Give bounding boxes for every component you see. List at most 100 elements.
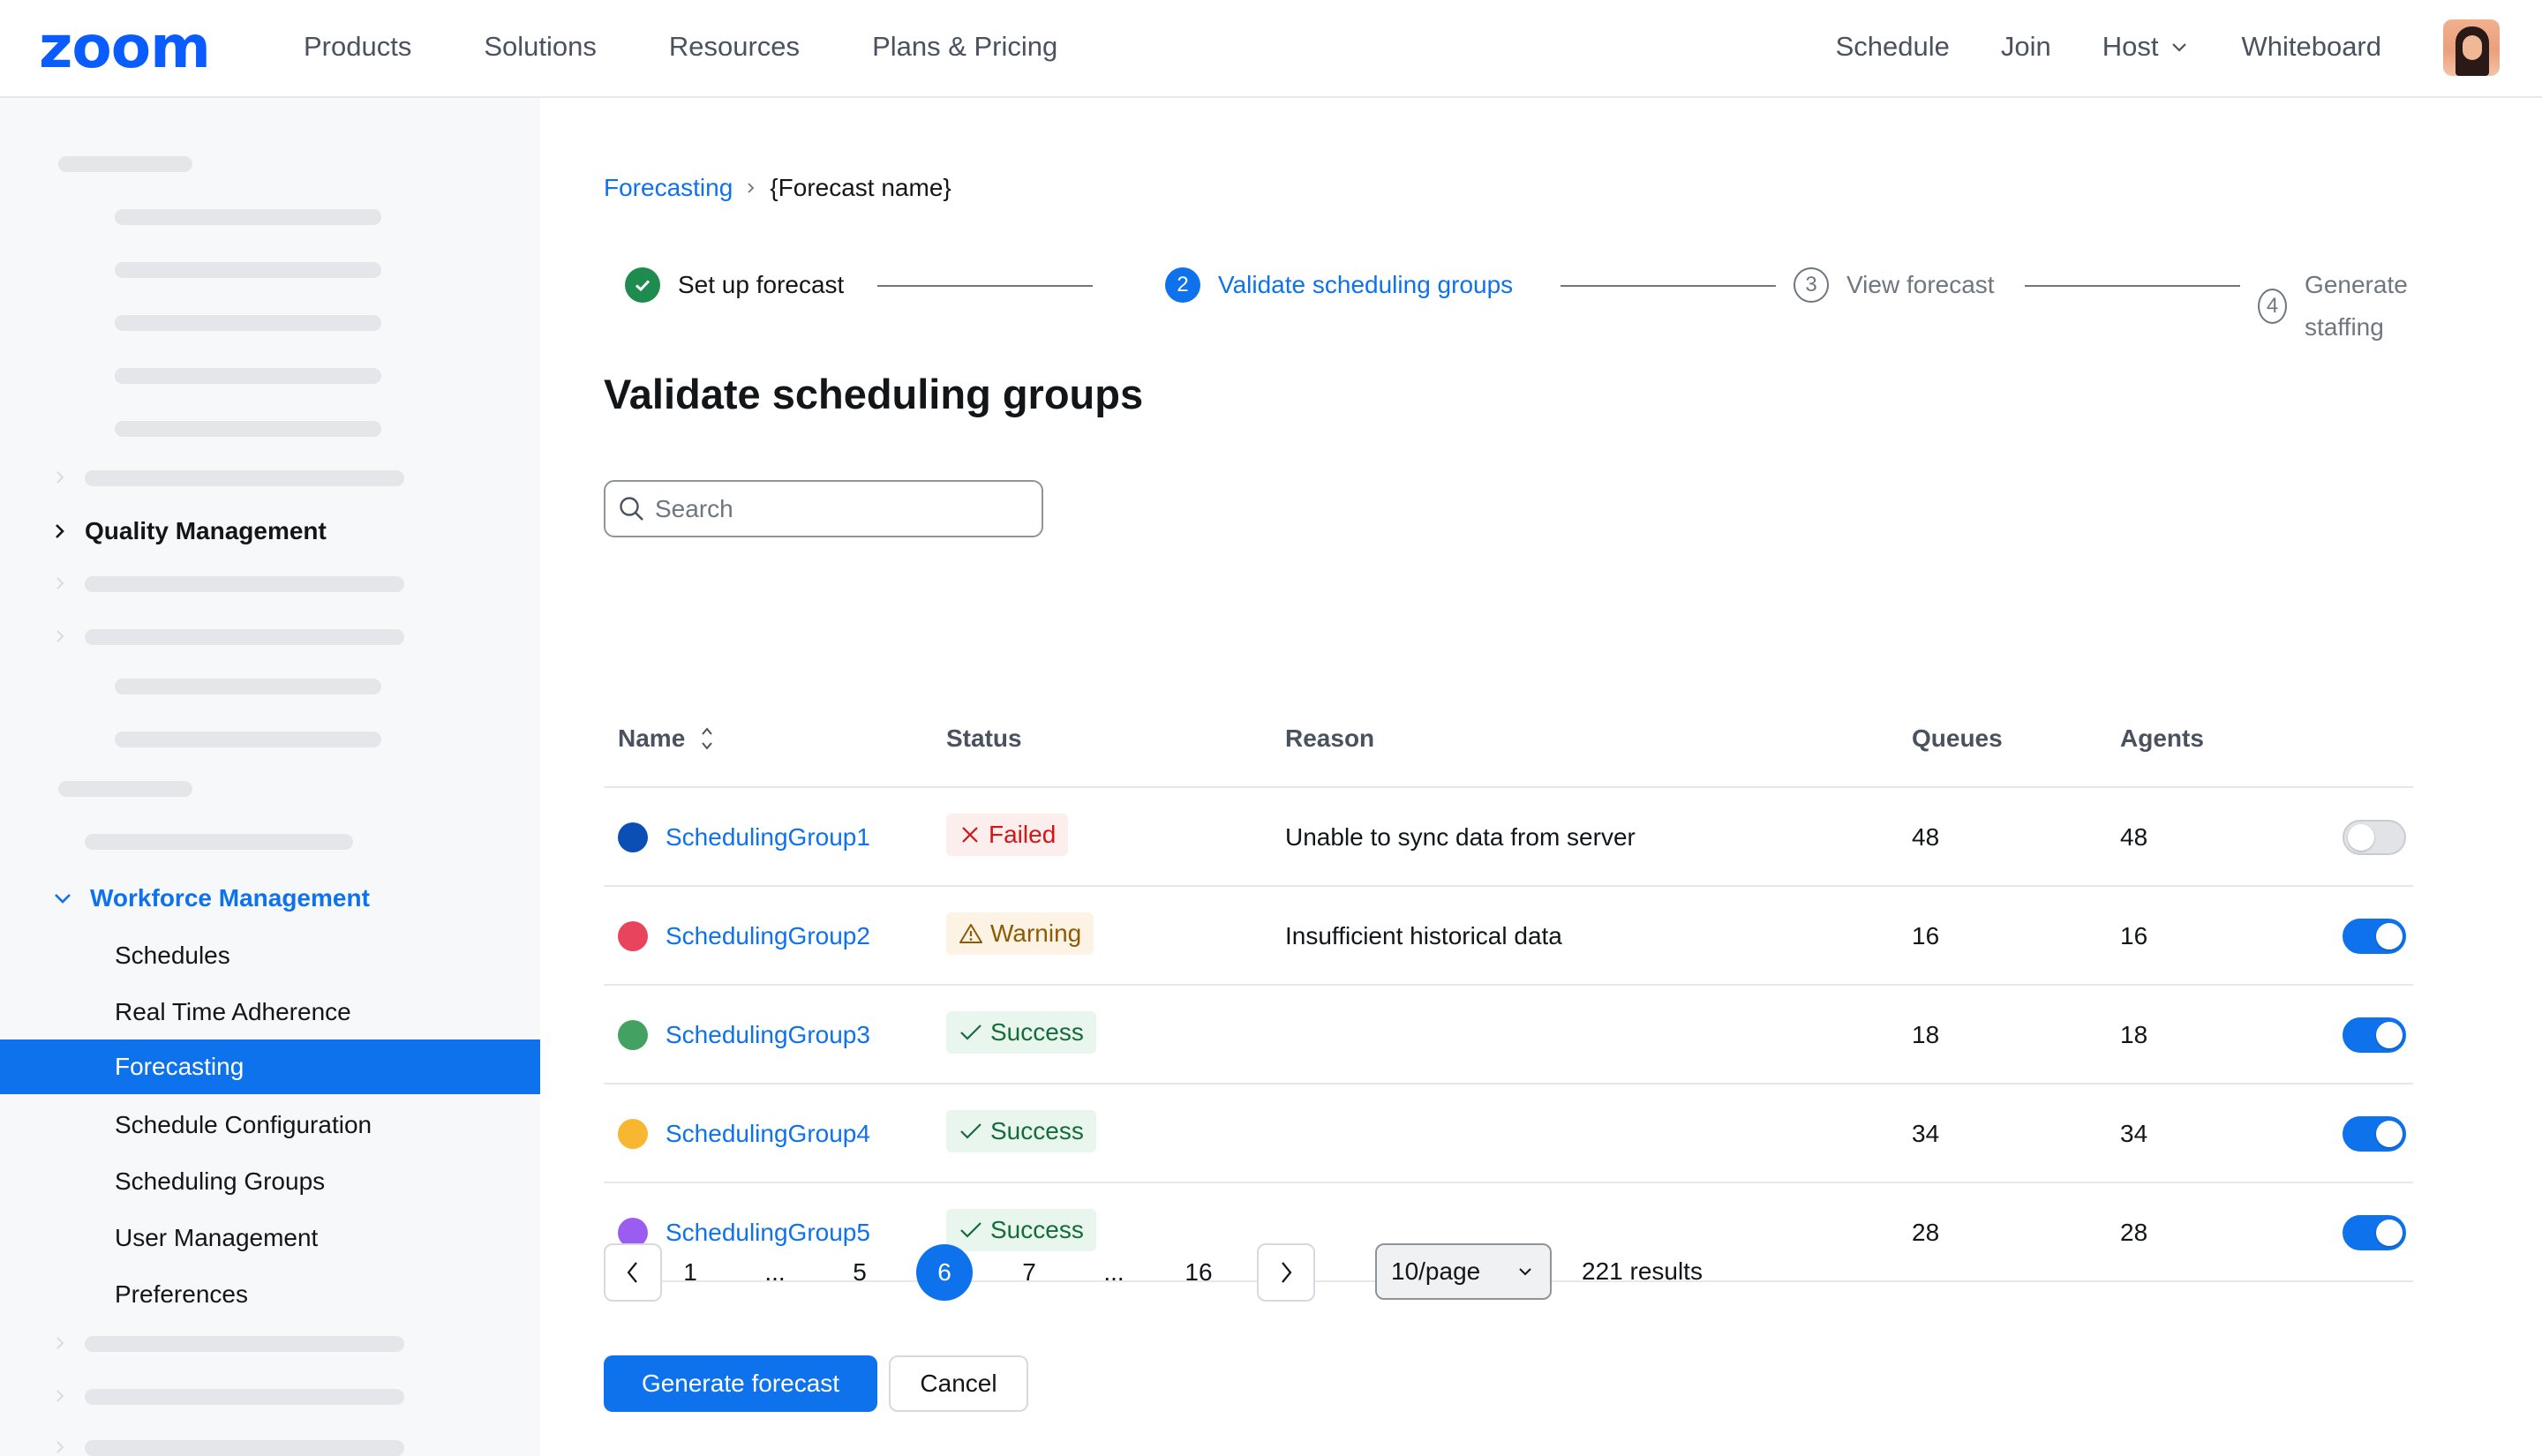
page-1[interactable]: 1 xyxy=(662,1243,718,1302)
page-ellipsis[interactable]: ... xyxy=(1086,1243,1142,1302)
skeleton-line xyxy=(85,629,404,645)
page-5[interactable]: 5 xyxy=(831,1243,888,1302)
chevron-right-icon xyxy=(56,1337,64,1349)
status-text: Success xyxy=(990,1117,1084,1145)
zoom-logo[interactable]: zoom xyxy=(39,19,211,77)
column-header-reason: Reason xyxy=(1285,724,1375,752)
nav-plans-pricing[interactable]: Plans & Pricing xyxy=(872,26,1057,67)
step-generate-staffing[interactable]: 4 Generate staffing xyxy=(2258,264,2457,349)
group-color-dot xyxy=(618,1020,648,1050)
page-size-select[interactable]: 10/page xyxy=(1375,1243,1552,1300)
group-name-link[interactable]: SchedulingGroup2 xyxy=(666,919,870,954)
nav-solutions[interactable]: Solutions xyxy=(484,26,597,67)
enable-toggle[interactable] xyxy=(2343,1017,2406,1053)
step-number: 3 xyxy=(1794,267,1829,303)
page-16[interactable]: 16 xyxy=(1170,1243,1227,1302)
group-name-cell: SchedulingGroup4 xyxy=(618,1116,870,1152)
cancel-button[interactable]: Cancel xyxy=(889,1355,1028,1412)
nav-host[interactable]: Host xyxy=(2102,26,2191,67)
nav-join[interactable]: Join xyxy=(2001,26,2051,67)
page-size-value: 10/page xyxy=(1391,1257,1481,1285)
sidebar-item-real-time-adherence[interactable]: Real Time Adherence xyxy=(115,994,351,1030)
skeleton-line xyxy=(85,834,353,850)
column-header-name[interactable]: Name xyxy=(618,721,715,756)
chevron-left-icon xyxy=(627,1262,637,1283)
sidebar-item-user-management[interactable]: User Management xyxy=(115,1220,318,1256)
skeleton-line xyxy=(115,679,381,694)
reason-cell: Insufficient historical data xyxy=(1285,922,1562,949)
nav-whiteboard[interactable]: Whiteboard xyxy=(2241,26,2381,67)
group-color-dot xyxy=(618,822,648,852)
skeleton-line xyxy=(115,368,381,384)
step-number: 4 xyxy=(2258,289,2288,324)
skeleton-line xyxy=(85,1440,404,1456)
sidebar-group-quality-management[interactable]: Quality Management xyxy=(53,514,327,549)
chevron-right-icon xyxy=(56,1441,64,1453)
queues-cell: 48 xyxy=(1912,823,1940,851)
group-name-link[interactable]: SchedulingGroup4 xyxy=(666,1116,870,1152)
enable-toggle[interactable] xyxy=(2343,1215,2406,1250)
pagination: 1 ... 5 6 7 ... 16 10/page 221 results xyxy=(604,1243,1839,1302)
step-connector xyxy=(2025,285,2240,287)
stepper: Set up forecast 2 Validate scheduling gr… xyxy=(604,264,2457,341)
nav-products[interactable]: Products xyxy=(304,26,411,67)
skeleton-line xyxy=(115,732,381,747)
skeleton-line xyxy=(58,781,192,797)
page-7[interactable]: 7 xyxy=(1001,1243,1057,1302)
step-connector xyxy=(877,285,1093,287)
sidebar-group-workforce-management[interactable]: Workforce Management xyxy=(53,881,370,916)
avatar[interactable] xyxy=(2443,19,2500,76)
primary-nav: Products Solutions Resources Plans & Pri… xyxy=(304,26,1130,67)
column-header-status: Status xyxy=(946,724,1022,752)
page-6-current[interactable]: 6 xyxy=(916,1244,973,1301)
queues-cell: 16 xyxy=(1912,922,1940,949)
step-validate-scheduling-groups[interactable]: 2 Validate scheduling groups xyxy=(1165,264,1513,306)
step-set-up-forecast[interactable]: Set up forecast xyxy=(625,264,844,306)
warning-icon xyxy=(959,924,982,943)
group-name-link[interactable]: SchedulingGroup1 xyxy=(666,820,870,855)
main-content: Forecasting {Forecast name} Set up forec… xyxy=(540,98,2542,1456)
next-page-button[interactable] xyxy=(1257,1243,1315,1302)
page-ellipsis[interactable]: ... xyxy=(747,1243,803,1302)
enable-toggle[interactable] xyxy=(2343,919,2406,954)
nav-schedule[interactable]: Schedule xyxy=(1836,26,1950,67)
sidebar-item-scheduling-groups[interactable]: Scheduling Groups xyxy=(115,1164,325,1199)
sidebar-item-preferences[interactable]: Preferences xyxy=(115,1277,248,1312)
toggle-knob xyxy=(2376,1220,2403,1246)
nav-resources[interactable]: Resources xyxy=(669,26,800,67)
queues-cell: 34 xyxy=(1912,1120,1940,1147)
avatar-face xyxy=(2463,35,2482,60)
enable-toggle[interactable] xyxy=(2343,820,2406,855)
column-header-label: Name xyxy=(618,724,686,752)
skeleton-line xyxy=(85,470,404,486)
skeleton-line xyxy=(85,1336,404,1352)
search-box[interactable] xyxy=(604,480,1043,537)
chevron-right-icon xyxy=(56,630,64,642)
check-icon xyxy=(960,1222,981,1238)
nav-host-label: Host xyxy=(2102,31,2159,62)
group-color-dot xyxy=(618,921,648,951)
prev-page-button[interactable] xyxy=(604,1243,662,1302)
enable-toggle[interactable] xyxy=(2343,1116,2406,1152)
step-view-forecast[interactable]: 3 View forecast xyxy=(1794,264,1995,306)
sidebar-item-schedule-configuration[interactable]: Schedule Configuration xyxy=(115,1107,372,1143)
status-text: Success xyxy=(990,1018,1084,1046)
breadcrumb-link-forecasting[interactable]: Forecasting xyxy=(604,170,733,206)
status-badge: Success xyxy=(946,1110,1096,1152)
sidebar-item-forecasting[interactable]: Forecasting xyxy=(0,1039,540,1094)
status-text: Warning xyxy=(990,919,1082,947)
step-label: Set up forecast xyxy=(678,271,845,298)
chevron-right-icon xyxy=(748,183,755,193)
table-row: SchedulingGroup1 Failed Unable to sync d… xyxy=(604,788,2413,887)
group-name-link[interactable]: SchedulingGroup3 xyxy=(666,1017,870,1053)
reason-cell: Unable to sync data from server xyxy=(1285,823,1636,851)
chevron-down-icon xyxy=(1519,1268,1531,1276)
sidebar-item-schedules[interactable]: Schedules xyxy=(115,938,230,973)
queues-cell: 18 xyxy=(1912,1021,1940,1048)
status-badge: Success xyxy=(946,1011,1096,1054)
agents-cell: 34 xyxy=(2120,1120,2148,1147)
agents-cell: 28 xyxy=(2120,1219,2148,1246)
group-name-cell: SchedulingGroup3 xyxy=(618,1017,870,1053)
search-input[interactable] xyxy=(655,494,1026,523)
generate-forecast-button[interactable]: Generate forecast xyxy=(604,1355,877,1412)
